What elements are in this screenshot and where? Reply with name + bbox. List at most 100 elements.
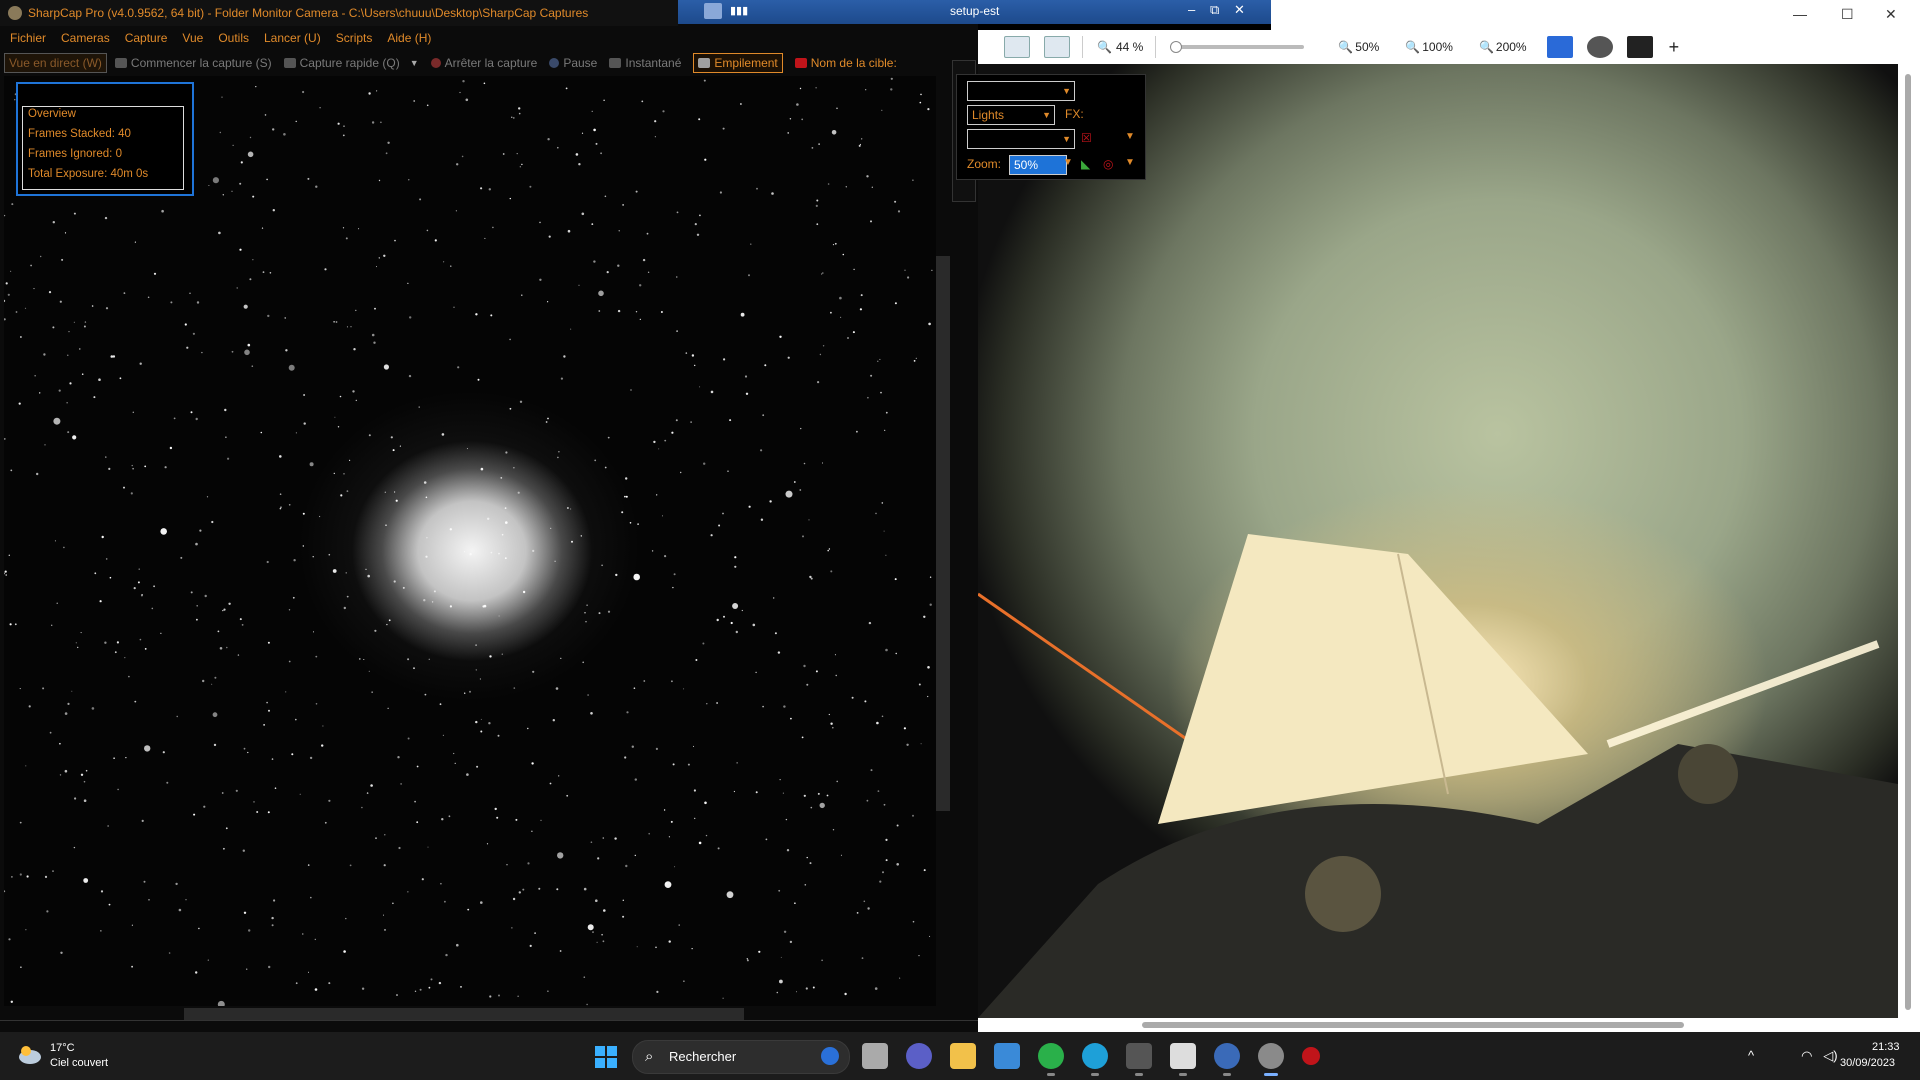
star bbox=[722, 127, 725, 130]
star bbox=[586, 604, 588, 606]
weather-temperature[interactable]: 17°C bbox=[50, 1042, 75, 1054]
store-icon[interactable] bbox=[994, 1043, 1020, 1069]
terminal-button[interactable] bbox=[1626, 36, 1653, 58]
star bbox=[480, 730, 483, 733]
menu-cameras[interactable]: Cameras bbox=[61, 31, 110, 45]
run-button[interactable] bbox=[1546, 36, 1573, 58]
star bbox=[594, 459, 597, 462]
menu-aide[interactable]: Aide (H) bbox=[387, 31, 431, 45]
actual-size-button[interactable] bbox=[1044, 36, 1070, 58]
quick-capture-button[interactable]: Capture rapide (Q) ▼ bbox=[283, 56, 419, 70]
taskbar-search[interactable]: ⌕ Rechercher bbox=[632, 1040, 850, 1074]
fx-select[interactable]: ▼ bbox=[967, 129, 1075, 149]
vscroll-thumb[interactable] bbox=[936, 256, 950, 811]
rdp-restore-button[interactable]: ⧉ bbox=[1210, 2, 1219, 18]
zoom-100-button[interactable]: 🔍 100% bbox=[1405, 40, 1453, 54]
viewer-vscroll-thumb[interactable] bbox=[1905, 74, 1911, 1010]
fit-screen-button[interactable] bbox=[1004, 36, 1030, 58]
windows-start-icon[interactable] bbox=[594, 1045, 618, 1069]
app-dark-icon[interactable] bbox=[1126, 1043, 1152, 1076]
cloud-icon[interactable] bbox=[18, 1044, 42, 1064]
viewer-vertical-scrollbar[interactable] bbox=[1898, 64, 1920, 1018]
target-name-button[interactable]: Nom de la cible: bbox=[794, 56, 897, 70]
stacking-button[interactable]: Empilement bbox=[693, 53, 783, 73]
star bbox=[698, 118, 701, 121]
star bbox=[173, 417, 176, 420]
zoom-50-button[interactable]: 🔍 50% bbox=[1338, 40, 1379, 54]
hscroll-thumb[interactable] bbox=[184, 1008, 744, 1020]
clock-time[interactable]: 21:33 bbox=[1872, 1041, 1900, 1053]
star bbox=[397, 756, 400, 759]
app-green-icon[interactable] bbox=[1038, 1043, 1064, 1076]
volume-icon[interactable]: ◁) bbox=[1823, 1048, 1837, 1063]
viewer-minimize-button[interactable]: — bbox=[1793, 6, 1807, 22]
zoom-slider-knob[interactable] bbox=[1170, 41, 1183, 53]
chevron-down-icon[interactable]: ▼ bbox=[410, 58, 419, 68]
menu-vue[interactable]: Vue bbox=[182, 31, 203, 45]
stop-capture-button[interactable]: Arrêter la capture bbox=[430, 56, 537, 70]
add-button[interactable]: + bbox=[1669, 37, 1680, 58]
start-capture-button[interactable]: Commencer la capture (S) bbox=[114, 56, 272, 70]
pin-icon[interactable] bbox=[704, 3, 722, 19]
star bbox=[214, 676, 217, 679]
edge-icon[interactable] bbox=[1082, 1043, 1108, 1076]
snapshot-icon bbox=[609, 58, 622, 68]
clear-icon[interactable]: ☒ bbox=[1081, 131, 1092, 145]
zoom-select[interactable]: 50% bbox=[1009, 155, 1067, 175]
star bbox=[180, 556, 183, 559]
star bbox=[704, 158, 707, 161]
menu-capture[interactable]: Capture bbox=[125, 31, 168, 45]
viewport-horizontal-scrollbar[interactable] bbox=[4, 1006, 936, 1020]
bing-icon[interactable] bbox=[821, 1047, 839, 1065]
app-pen-icon[interactable] bbox=[1170, 1043, 1196, 1076]
stack-mode-select[interactable]: ▼ bbox=[967, 81, 1075, 101]
viewport-vertical-scrollbar[interactable] bbox=[936, 76, 950, 1006]
zoom-current[interactable]: 🔍 44 % bbox=[1097, 40, 1143, 54]
teams-icon[interactable] bbox=[906, 1043, 932, 1069]
live-view-button[interactable]: Vue en direct (W) bbox=[4, 53, 107, 73]
weather-description[interactable]: Ciel couvert bbox=[50, 1057, 108, 1069]
chevron-down-icon[interactable]: ▼ bbox=[1125, 157, 1135, 168]
task-view-icon[interactable] bbox=[862, 1043, 888, 1069]
webcam-view-image[interactable] bbox=[978, 64, 1898, 1018]
star bbox=[139, 638, 142, 641]
sharpcap-icon[interactable] bbox=[1258, 1043, 1284, 1076]
stacked-image-viewport[interactable]: Overview Frames Stacked: 40 Frames Ignor… bbox=[4, 76, 936, 1006]
snapshot-button[interactable]: Instantané bbox=[609, 56, 681, 70]
target-icon[interactable]: ◎ bbox=[1103, 157, 1113, 171]
viewer-horizontal-scrollbar[interactable] bbox=[978, 1018, 1920, 1032]
chevron-down-icon[interactable]: ▼ bbox=[1125, 131, 1135, 142]
menu-outils[interactable]: Outils bbox=[218, 31, 249, 45]
viewer-hscroll-thumb[interactable] bbox=[1142, 1022, 1684, 1028]
star bbox=[153, 272, 157, 275]
histogram-icon[interactable]: ◣ bbox=[1081, 157, 1090, 171]
wifi-icon[interactable]: ◠ bbox=[1801, 1048, 1812, 1063]
star bbox=[790, 717, 792, 720]
star bbox=[409, 316, 412, 319]
zoom-icon: 🔍 bbox=[1478, 40, 1494, 54]
rdp-close-button[interactable]: ✕ bbox=[1234, 2, 1245, 18]
chevron-down-icon[interactable]: ▼ bbox=[1063, 157, 1073, 168]
star bbox=[355, 309, 357, 312]
zoom-slider[interactable] bbox=[1170, 41, 1305, 53]
app-remote-icon[interactable] bbox=[1214, 1043, 1240, 1076]
menu-lancer[interactable]: Lancer (U) bbox=[264, 31, 321, 45]
zoom-200-button[interactable]: 🔍 200% bbox=[1479, 40, 1527, 54]
viewer-maximize-button[interactable]: ☐ bbox=[1841, 6, 1854, 23]
file-explorer-icon[interactable] bbox=[950, 1043, 976, 1069]
star bbox=[746, 958, 748, 960]
pause-button[interactable]: Pause bbox=[549, 56, 597, 70]
rdp-minimize-button[interactable]: – bbox=[1188, 2, 1195, 17]
app-red-icon[interactable] bbox=[1302, 1047, 1320, 1065]
system-tray[interactable]: ^ ◠ ◁) bbox=[1748, 1048, 1838, 1064]
settings-button[interactable] bbox=[1586, 36, 1613, 58]
star bbox=[295, 432, 297, 434]
frame-type-select[interactable]: Lights ▼ bbox=[967, 105, 1055, 125]
star bbox=[500, 477, 503, 479]
viewer-close-button[interactable]: ✕ bbox=[1885, 6, 1897, 23]
menu-fichier[interactable]: Fichier bbox=[10, 31, 46, 45]
menu-scripts[interactable]: Scripts bbox=[336, 31, 373, 45]
star bbox=[428, 658, 430, 660]
star bbox=[591, 110, 593, 112]
clock-date[interactable]: 30/09/2023 bbox=[1840, 1057, 1895, 1069]
